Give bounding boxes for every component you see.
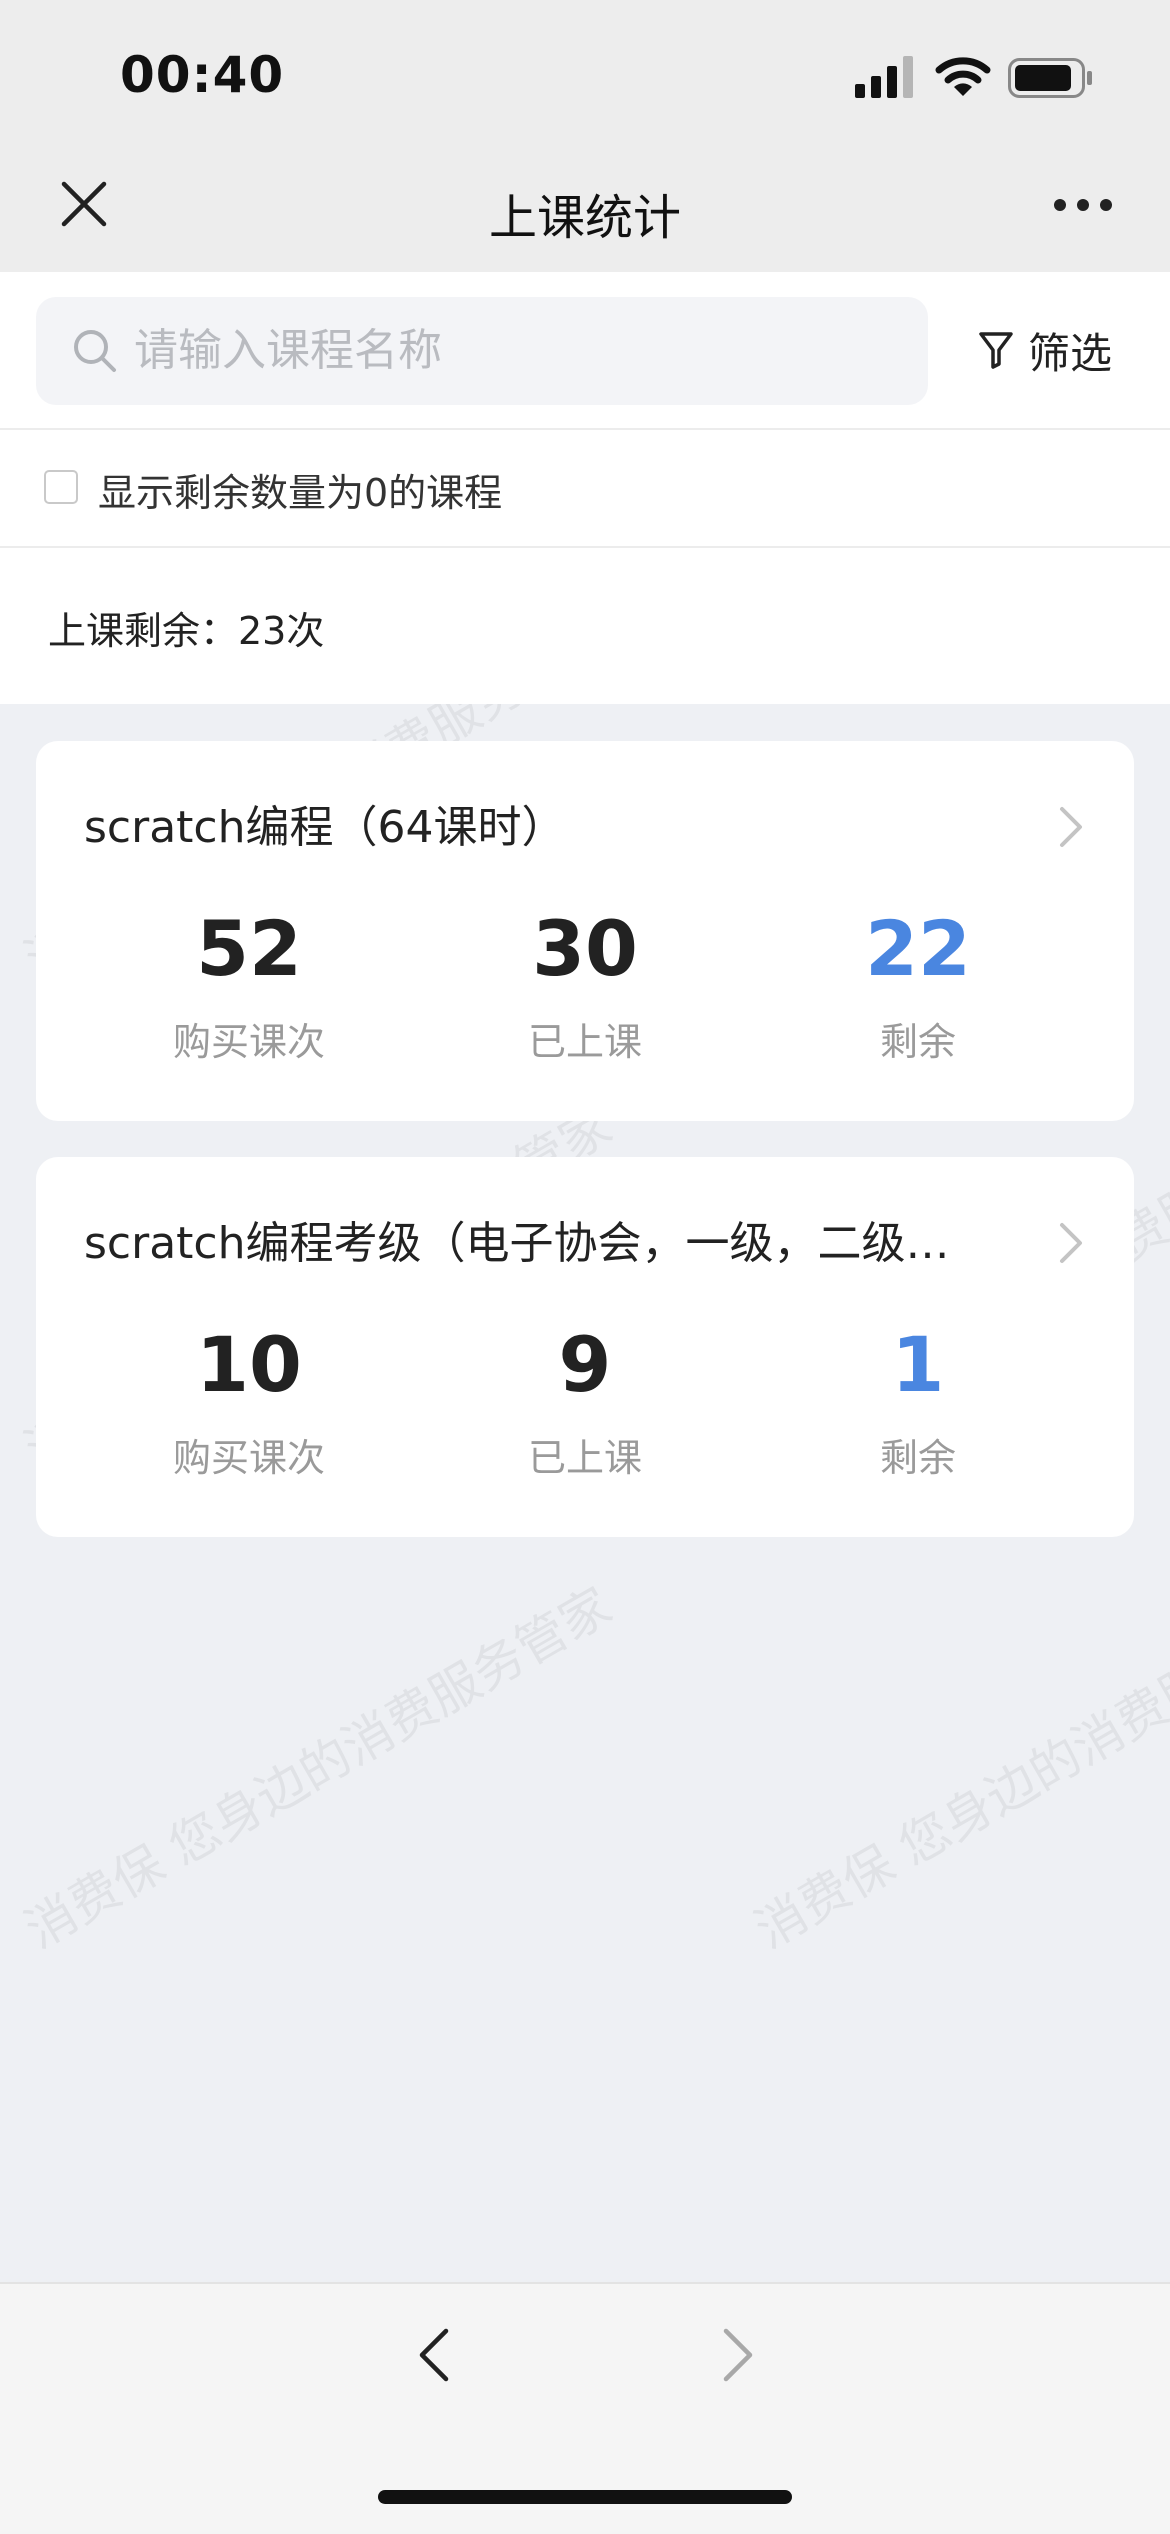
attended-count: 30 [532, 904, 638, 993]
wifi-icon [935, 57, 991, 96]
remaining-count: 1 [891, 1320, 945, 1409]
chevron-right-icon [1060, 1223, 1082, 1263]
page-title: 上课统计 [488, 190, 681, 246]
filter-icon [979, 332, 1013, 369]
stat-remaining: 22 剩余 [768, 911, 1068, 1066]
search-input[interactable] [134, 318, 894, 382]
purchased-count: 52 [196, 904, 302, 993]
stat-purchased: 52 购买课次 [99, 911, 399, 1066]
purchased-count: 10 [196, 1320, 302, 1409]
stat-remaining: 1 剩余 [768, 1327, 1068, 1482]
more-options-icon[interactable] [1052, 195, 1114, 215]
filter-button[interactable]: 筛选 [978, 318, 1112, 382]
remaining-label: 剩余 [879, 1436, 956, 1480]
home-indicator[interactable] [378, 2490, 792, 2504]
forward-arrow-icon[interactable] [718, 2325, 758, 2385]
course-card[interactable]: scratch编程考级（电子协会，一级，二级… 10 购买课次 9 已上课 1 … [36, 1157, 1134, 1537]
attended-count: 9 [558, 1320, 612, 1409]
status-time: 00:40 [120, 46, 285, 104]
watermark-text: 消费保 您身边的消费服务管家 [745, 1576, 1170, 1960]
course-title: scratch编程（64课时） [84, 802, 566, 853]
watermark-text: 消费保 您身边的消费服务管家 [15, 1576, 622, 1960]
attended-label: 已上课 [527, 1436, 642, 1480]
show-zero-checkbox[interactable] [44, 470, 78, 504]
remaining-label: 剩余 [879, 1020, 956, 1064]
purchased-label: 购买课次 [172, 1436, 325, 1480]
filter-label: 筛选 [1028, 328, 1113, 378]
back-arrow-icon[interactable] [414, 2325, 454, 2385]
attended-label: 已上课 [527, 1020, 642, 1064]
stat-attended: 30 已上课 [435, 911, 735, 1066]
search-icon [74, 330, 116, 372]
purchased-label: 购买课次 [172, 1020, 325, 1064]
stat-purchased: 10 购买课次 [99, 1327, 399, 1482]
course-card[interactable]: scratch编程（64课时） 52 购买课次 30 已上课 22 剩余 [36, 741, 1134, 1121]
remaining-summary: 上课剩余：23次 [48, 609, 325, 653]
stat-attended: 9 已上课 [435, 1327, 735, 1482]
battery-icon [1008, 58, 1092, 98]
show-zero-label[interactable]: 显示剩余数量为0的课程 [98, 462, 502, 517]
cellular-signal-icon [855, 56, 913, 98]
course-title: scratch编程考级（电子协会，一级，二级… [84, 1218, 950, 1269]
remaining-count: 22 [865, 904, 971, 993]
chevron-right-icon [1060, 807, 1082, 847]
